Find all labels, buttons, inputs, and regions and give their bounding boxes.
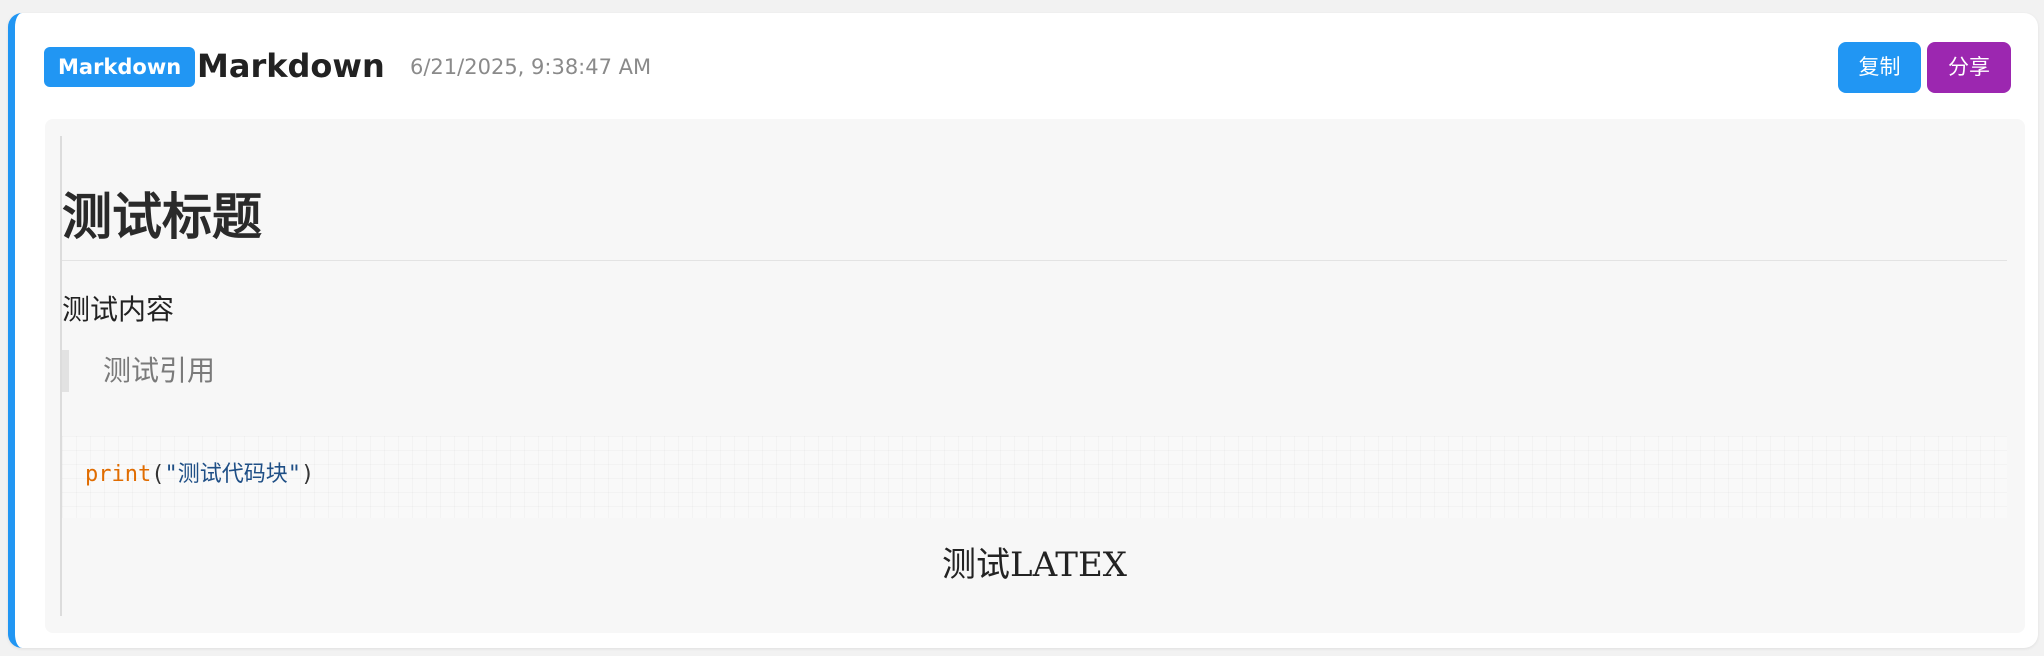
markdown-body: 测试标题 测试内容 测试引用 print("测试代码块") 测试LATEX	[60, 136, 2010, 616]
markdown-preview: 测试标题 测试内容 测试引用 print("测试代码块") 测试LATEX	[45, 119, 2025, 633]
card-title: Markdown	[197, 47, 385, 85]
code-string-token: "测试代码块"	[164, 462, 301, 487]
code-close-paren: )	[300, 462, 315, 487]
code-block: print("测试代码块")	[62, 436, 2007, 518]
markdown-paragraph: 测试内容	[62, 293, 175, 326]
type-badge: Markdown	[44, 47, 196, 87]
code-function-token: print	[85, 462, 152, 487]
markdown-heading: 测试标题	[62, 184, 2007, 261]
copy-button[interactable]: 复制	[1838, 42, 1921, 93]
markdown-message-card: Markdown Markdown 6/21/2025, 9:38:47 AM …	[8, 13, 2038, 648]
code-line: print("测试代码块")	[85, 458, 314, 492]
timestamp: 6/21/2025, 9:38:47 AM	[410, 55, 652, 79]
latex-block: 测试LATEX	[942, 545, 1127, 585]
blockquote-text: 测试引用	[103, 354, 216, 387]
markdown-blockquote: 测试引用	[62, 350, 215, 392]
share-button[interactable]: 分享	[1927, 42, 2011, 93]
card-header: Markdown Markdown 6/21/2025, 9:38:47 AM …	[15, 13, 2038, 118]
code-open-paren: (	[151, 462, 165, 487]
